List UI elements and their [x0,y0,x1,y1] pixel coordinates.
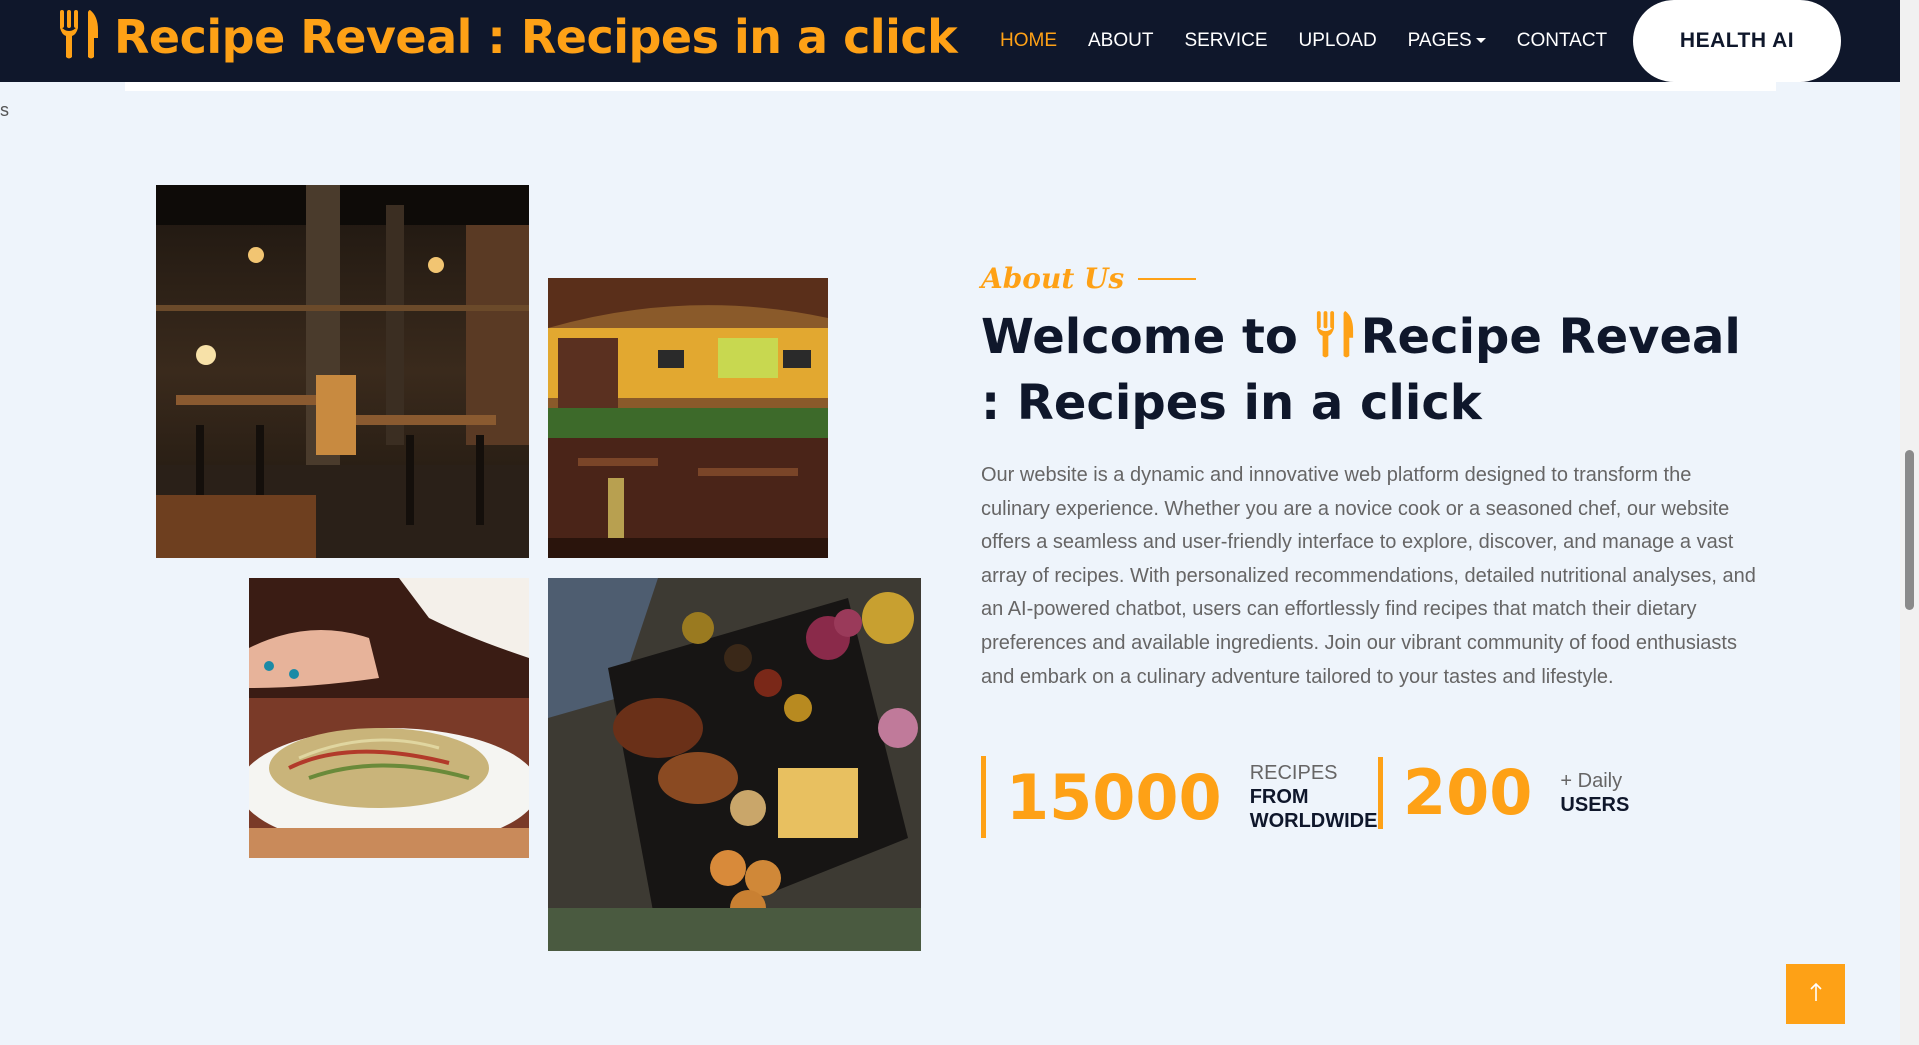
header-bottom-edge [125,82,1776,91]
page-scrollbar[interactable] [1900,0,1919,1045]
nav-about[interactable]: ABOUT [1088,30,1153,52]
stat-accent-bar [981,756,986,838]
health-ai-button[interactable]: HEALTH AI [1633,0,1841,82]
about-us-tag: About Us [981,262,1197,295]
caret-down-icon [1475,38,1486,44]
stray-text: s [0,100,9,120]
about-paragraph: Our website is a dynamic and innovative … [981,464,1756,688]
stat-users-line2: USERS [1560,793,1630,816]
restaurant-dining-room-photo [548,278,828,558]
about-us-underline [1138,277,1197,280]
stat-recipes: 15000 RECIPES FROM WORLDWIDE [981,756,1390,838]
nav-pages-label: PAGES [1407,30,1472,51]
stat-users-label: + Daily USERS [1560,769,1629,817]
brand-title: Recipe Reveal : Recipes in a click [114,9,958,64]
salad-plate-photo [249,578,529,858]
stat-recipes-label: RECIPES FROM WORLDWIDE [1250,761,1390,833]
stat-users-number: 200 [1403,756,1533,829]
stat-users: 200 + Daily USERS [1378,756,1629,829]
brand-logo[interactable]: Recipe Reveal : Recipes in a click [58,8,958,65]
about-us-label: About Us [981,262,1125,295]
back-to-top-button[interactable] [1786,964,1845,1024]
navbar: Recipe Reveal : Recipes in a click HOME … [0,0,1900,82]
stat-recipes-line1: RECIPES [1249,762,1338,784]
nav-service[interactable]: SERVICE [1184,30,1267,52]
about-headline: Welcome to Recipe Reveal : Recipes in a … [981,307,1741,433]
nav-contact[interactable]: CONTACT [1517,30,1607,52]
nav-pages-dropdown[interactable]: PAGES [1408,30,1486,52]
nav-menu: HOME ABOUT SERVICE UPLOAD PAGES CONTACT [1000,0,1638,82]
arrow-up-icon [1808,981,1824,1008]
headline-prefix: Welcome to [981,309,1298,365]
food-platter-photo [548,578,921,951]
restaurant-interior-dark-photo [156,185,529,558]
stat-recipes-number: 15000 [1006,760,1222,834]
fork-knife-icon [58,8,100,65]
nav-upload[interactable]: UPLOAD [1299,30,1377,52]
stat-accent-bar [1378,756,1383,829]
nav-home[interactable]: HOME [1000,30,1057,52]
stat-recipes-line2: FROM WORLDWIDE [1249,786,1378,832]
scrollbar-thumb[interactable] [1905,450,1914,610]
fork-knife-icon [1315,309,1355,373]
stat-users-line1: + Daily [1560,769,1623,792]
